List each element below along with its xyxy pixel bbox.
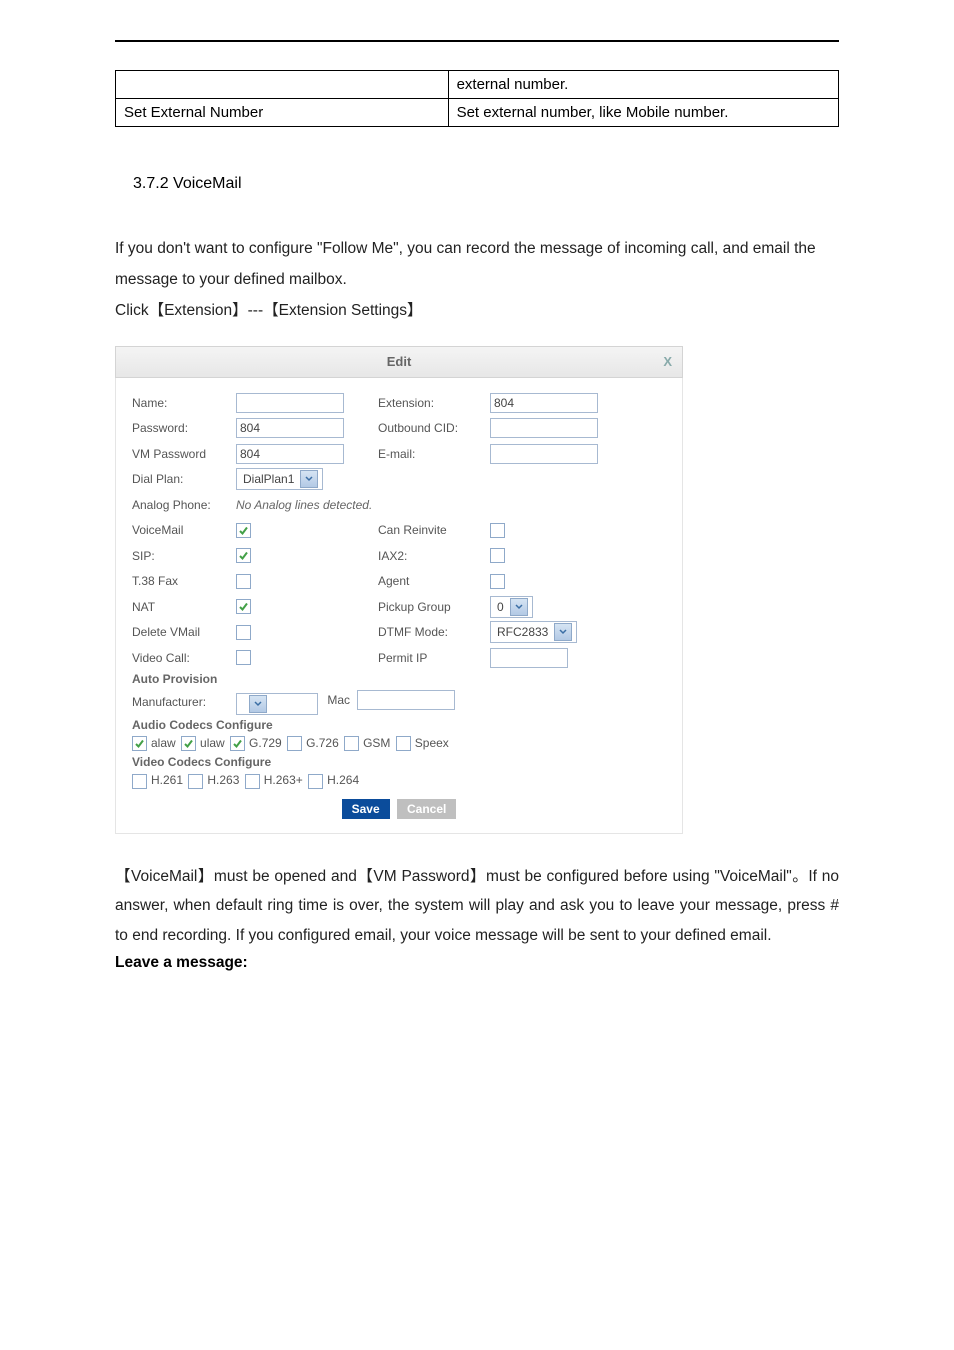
voicemail-label: VoiceMail <box>132 523 236 537</box>
can-reinvite-label: Can Reinvite <box>378 523 490 537</box>
cancel-button[interactable]: Cancel <box>397 799 456 819</box>
audio-codec-gsm-checkbox[interactable] <box>344 736 359 751</box>
t38fax-label: T.38 Fax <box>132 574 236 588</box>
extension-label: Extension: <box>378 396 490 410</box>
sip-checkbox[interactable] <box>236 548 251 563</box>
email-label: E-mail: <box>378 447 490 461</box>
edit-title: Edit <box>387 354 412 369</box>
vm-password-input[interactable] <box>236 444 344 464</box>
external-number-table: external number. Set External Number Set… <box>115 70 839 127</box>
audio-codec-g726-checkbox[interactable] <box>287 736 302 751</box>
chevron-down-icon <box>249 695 267 713</box>
dtmf-mode-label: DTMF Mode: <box>378 625 490 639</box>
name-label: Name: <box>132 396 236 410</box>
save-button[interactable]: Save <box>342 799 390 819</box>
audio-codecs-row: alaw ulaw G.729 G.726 GSM Speex <box>132 736 666 751</box>
audio-codec-alaw-checkbox[interactable] <box>132 736 147 751</box>
iax2-checkbox[interactable] <box>490 548 505 563</box>
audio-codec-g729-checkbox[interactable] <box>230 736 245 751</box>
video-codec-h263+-checkbox[interactable] <box>245 774 260 789</box>
audio-codec-speex-checkbox[interactable] <box>396 736 411 751</box>
analog-phone-label: Analog Phone: <box>132 498 236 512</box>
manufacturer-label: Manufacturer: <box>132 695 236 709</box>
audio-codec-alaw-label: alaw <box>151 736 179 750</box>
chevron-down-icon <box>510 598 528 616</box>
video-call-label: Video Call: <box>132 651 236 665</box>
outbound-cid-input[interactable] <box>490 418 598 438</box>
audio-codec-speex-label: Speex <box>415 736 449 750</box>
can-reinvite-checkbox[interactable] <box>490 523 505 538</box>
post-paragraph: 【VoiceMail】must be opened and【VM Passwor… <box>115 862 839 950</box>
video-codec-h264-checkbox[interactable] <box>308 774 323 789</box>
leave-message-heading: Leave a message: <box>115 954 839 972</box>
table-cell: Set External Number <box>116 99 449 127</box>
dial-plan-select[interactable]: DialPlan1 <box>236 468 323 490</box>
manufacturer-select[interactable] <box>236 693 318 715</box>
email-input[interactable] <box>490 444 598 464</box>
t38fax-checkbox[interactable] <box>236 574 251 589</box>
delete-vmail-checkbox[interactable] <box>236 625 251 640</box>
sip-label: SIP: <box>132 549 236 563</box>
table-cell: Set external number, like Mobile number. <box>448 99 838 127</box>
dial-plan-label: Dial Plan: <box>132 472 236 486</box>
agent-label: Agent <box>378 574 490 588</box>
password-input[interactable] <box>236 418 344 438</box>
video-codec-h263-checkbox[interactable] <box>188 774 203 789</box>
video-codecs-heading: Video Codecs Configure <box>132 755 666 769</box>
auto-provision-heading: Auto Provision <box>132 672 666 686</box>
table-cell: external number. <box>448 71 838 99</box>
outbound-cid-label: Outbound CID: <box>378 421 490 435</box>
audio-codec-ulaw-label: ulaw <box>200 736 228 750</box>
iax2-label: IAX2: <box>378 549 490 563</box>
chevron-down-icon <box>554 623 572 641</box>
vm-password-label: VM Password <box>132 447 236 461</box>
permit-ip-label: Permit IP <box>378 651 490 665</box>
edit-dialog: Edit X Name: Extension: Password: Outbou… <box>115 346 683 834</box>
chevron-down-icon <box>300 470 318 488</box>
intro-paragraph: If you don't want to configure "Follow M… <box>115 233 839 295</box>
extension-input[interactable] <box>490 393 598 413</box>
section-heading: 3.7.2 VoiceMail <box>133 175 839 193</box>
audio-codec-g726-label: G.726 <box>306 736 342 750</box>
audio-codecs-heading: Audio Codecs Configure <box>132 718 666 732</box>
close-icon[interactable]: X <box>663 347 672 377</box>
agent-checkbox[interactable] <box>490 574 505 589</box>
delete-vmail-label: Delete VMail <box>132 625 236 639</box>
video-codecs-row: H.261 H.263 H.263+ H.264 <box>132 773 666 788</box>
mac-input[interactable] <box>357 690 455 710</box>
click-instruction: Click【Extension】---【Extension Settings】 <box>115 295 839 326</box>
audio-codec-gsm-label: GSM <box>363 736 394 750</box>
audio-codec-g729-label: G.729 <box>249 736 285 750</box>
audio-codec-ulaw-checkbox[interactable] <box>181 736 196 751</box>
pickup-group-select[interactable]: 0 <box>490 596 533 618</box>
video-codec-h263+-label: H.263+ <box>264 773 306 787</box>
password-label: Password: <box>132 421 236 435</box>
permit-ip-input[interactable] <box>490 648 568 668</box>
name-input[interactable] <box>236 393 344 413</box>
voicemail-checkbox[interactable] <box>236 523 251 538</box>
video-codec-h261-checkbox[interactable] <box>132 774 147 789</box>
video-codec-h261-label: H.261 <box>151 773 186 787</box>
pickup-group-label: Pickup Group <box>378 600 490 614</box>
nat-checkbox[interactable] <box>236 599 251 614</box>
mac-label: Mac <box>327 693 350 707</box>
video-codec-h263-label: H.263 <box>207 773 242 787</box>
dtmf-mode-select[interactable]: RFC2833 <box>490 621 577 643</box>
video-codec-h264-label: H.264 <box>327 773 359 787</box>
analog-phone-value: No Analog lines detected. <box>236 498 372 512</box>
edit-title-bar: Edit X <box>115 346 683 378</box>
video-call-checkbox[interactable] <box>236 650 251 665</box>
nat-label: NAT <box>132 600 236 614</box>
